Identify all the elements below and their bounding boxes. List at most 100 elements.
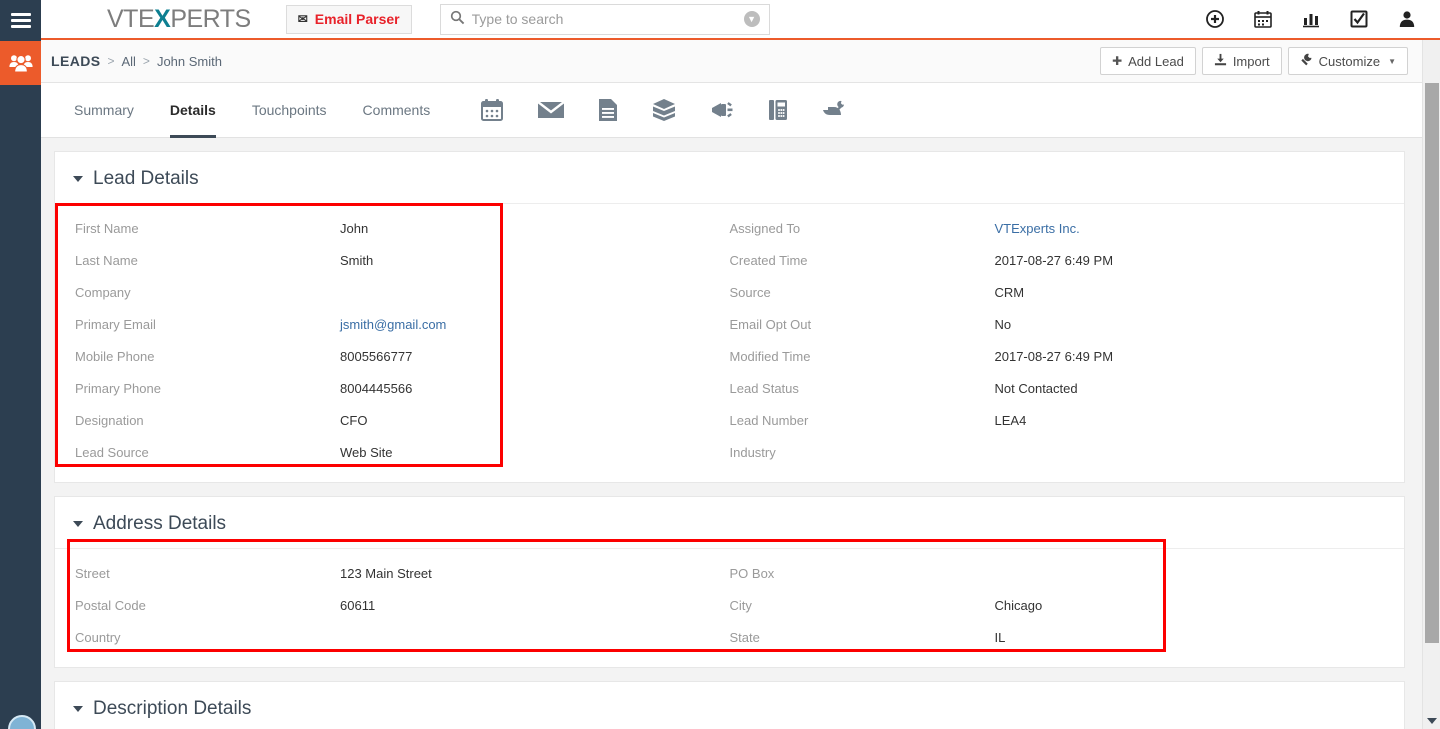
field-value[interactable]: Web Site xyxy=(340,445,393,460)
field-row: First Name John xyxy=(55,212,730,244)
import-button[interactable]: Import xyxy=(1201,47,1282,75)
chevron-down-circle-icon[interactable]: ▼ xyxy=(743,11,760,27)
main-content: Summary Details Touchpoints Comments Lea… xyxy=(41,83,1422,729)
service-wrench-icon[interactable] xyxy=(822,99,848,121)
field-value[interactable]: IL xyxy=(995,630,1006,645)
field-row: Assigned To VTExperts Inc. xyxy=(730,212,1405,244)
description-details-header[interactable]: Description Details xyxy=(55,682,1404,729)
field-row: Industry xyxy=(730,436,1405,468)
chevron-down-icon[interactable] xyxy=(73,176,83,182)
field-label: Assigned To xyxy=(729,220,801,236)
checkbox-task-icon[interactable] xyxy=(1350,10,1368,28)
lead-details-right-column: Assigned To VTExperts Inc. Created Time 20… xyxy=(730,212,1405,468)
field-value[interactable]: No xyxy=(995,317,1012,332)
plus-circle-icon[interactable] xyxy=(1206,10,1224,28)
vertical-scrollbar[interactable] xyxy=(1422,40,1440,729)
field-label: Created Time xyxy=(729,252,808,268)
hamburger-menu-icon[interactable] xyxy=(0,0,41,41)
field-label: PO Box xyxy=(729,565,775,581)
user-avatar[interactable] xyxy=(8,715,36,729)
breadcrumb-module[interactable]: LEADS xyxy=(51,53,100,69)
field-value-email-link[interactable]: jsmith@gmail.com xyxy=(340,317,446,332)
field-row: Primary Email jsmith@gmail.com xyxy=(55,308,730,340)
field-value[interactable]: 8004445566 xyxy=(340,381,412,396)
field-label: Lead Status xyxy=(729,380,799,396)
field-row: Created Time 2017-08-27 6:49 PM xyxy=(730,244,1405,276)
tab-touchpoints-label: Touchpoints xyxy=(251,102,327,118)
chevron-down-icon[interactable] xyxy=(73,521,83,527)
field-label: Mobile Phone xyxy=(75,348,155,364)
field-row: Source CRM xyxy=(730,276,1405,308)
field-value[interactable]: Not Contacted xyxy=(995,381,1078,396)
tab-details[interactable]: Details xyxy=(169,83,216,138)
lead-details-fields: First Name John Last Name Smith Company Pr… xyxy=(55,204,1404,482)
field-label: Lead Source xyxy=(75,444,149,460)
field-row: Lead Status Not Contacted xyxy=(730,372,1405,404)
customize-button[interactable]: Customize ▼ xyxy=(1287,47,1408,75)
breadcrumb: LEADS > All > John Smith xyxy=(51,53,222,69)
field-row: Email Opt Out No xyxy=(730,308,1405,340)
user-profile-icon[interactable] xyxy=(1398,10,1416,28)
field-label: Last Name xyxy=(75,252,138,268)
field-value: 2017-08-27 6:49 PM xyxy=(994,252,1114,268)
add-lead-button[interactable]: ✚ Add Lead xyxy=(1100,47,1196,75)
field-label: Modified Time xyxy=(729,348,811,364)
logo-prefix: VTE xyxy=(107,4,155,33)
record-actions: ✚ Add Lead Import Customize ▼ xyxy=(1100,47,1408,75)
field-value[interactable]: CRM xyxy=(995,285,1025,300)
search-input[interactable] xyxy=(471,11,744,27)
field-value[interactable]: Chicago xyxy=(995,598,1043,613)
app-root: VTEXPERTS ✉ Email Parser ▼ xyxy=(0,0,1440,729)
top-bar: VTEXPERTS ✉ Email Parser ▼ xyxy=(41,0,1440,40)
field-label: Street xyxy=(75,565,110,581)
scrollbar-thumb[interactable] xyxy=(1425,83,1439,643)
megaphone-campaign-icon[interactable] xyxy=(710,99,734,121)
field-row: Company xyxy=(55,276,730,308)
field-label: State xyxy=(729,629,760,645)
field-value-assigned-link[interactable]: VTExperts Inc. xyxy=(995,221,1080,236)
field-row: Lead Number LEA4 xyxy=(730,404,1405,436)
lead-details-title: Lead Details xyxy=(93,168,199,189)
desk-phone-icon[interactable] xyxy=(768,98,788,122)
scroll-down-arrow-icon[interactable] xyxy=(1427,718,1437,724)
import-label: Import xyxy=(1232,53,1270,69)
breadcrumb-filter[interactable]: All xyxy=(121,54,135,69)
field-row: Primary Phone 8004445566 xyxy=(55,372,730,404)
bar-chart-icon[interactable] xyxy=(1302,10,1320,28)
field-row: Country xyxy=(55,621,730,653)
field-label: City xyxy=(729,597,752,613)
field-value[interactable]: John xyxy=(340,221,368,236)
chevron-down-icon: ▼ xyxy=(1388,56,1396,66)
document-icon[interactable] xyxy=(598,98,618,122)
chevron-down-icon[interactable] xyxy=(73,706,83,712)
tab-comments[interactable]: Comments xyxy=(363,83,431,138)
calendar-icon[interactable] xyxy=(1254,10,1272,28)
field-label: Country xyxy=(75,629,121,645)
tab-touchpoints[interactable]: Touchpoints xyxy=(252,83,327,138)
field-row: Postal Code 60611 xyxy=(55,589,730,621)
envelope-icon[interactable] xyxy=(538,100,565,120)
field-value[interactable]: 8005566777 xyxy=(340,349,412,364)
field-value[interactable]: Smith xyxy=(340,253,373,268)
field-value[interactable]: CFO xyxy=(340,413,367,428)
address-details-section: Address Details Street 123 Main Street Po… xyxy=(54,496,1405,668)
tab-comments-label: Comments xyxy=(362,102,431,118)
breadcrumb-current: John Smith xyxy=(156,53,222,69)
logo-suffix: PERTS xyxy=(170,4,251,33)
field-value: LEA4 xyxy=(994,412,1027,428)
field-value[interactable]: 123 Main Street xyxy=(340,566,432,581)
tab-summary[interactable]: Summary xyxy=(74,83,134,138)
address-details-title: Address Details xyxy=(93,513,227,534)
calendar-icon[interactable] xyxy=(480,98,504,122)
field-row: City Chicago xyxy=(730,589,1405,621)
app-logo[interactable]: VTEXPERTS xyxy=(107,5,251,34)
description-details-section: Description Details xyxy=(54,681,1405,729)
field-label: Primary Phone xyxy=(75,380,161,396)
field-value[interactable]: 60611 xyxy=(340,598,375,613)
lead-details-header[interactable]: Lead Details xyxy=(55,152,1404,204)
address-details-header[interactable]: Address Details xyxy=(55,497,1404,549)
sidebar-item-leads[interactable] xyxy=(0,41,41,85)
products-box-icon[interactable] xyxy=(652,98,676,122)
global-search[interactable]: ▼ xyxy=(439,3,770,35)
email-parser-button[interactable]: ✉ Email Parser xyxy=(285,4,412,34)
